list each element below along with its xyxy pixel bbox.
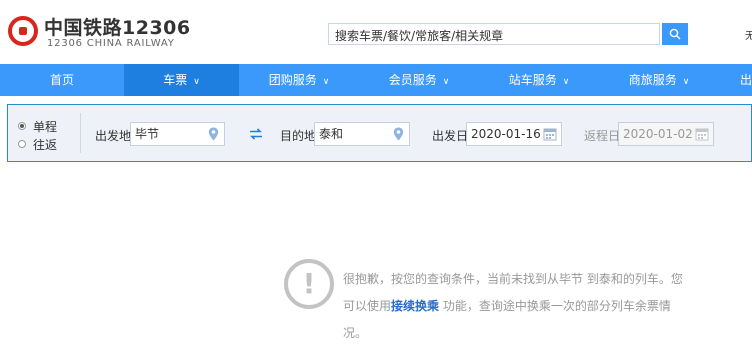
chevron-down-icon: ∨ bbox=[193, 77, 200, 87]
nav-label: 商旅服务 bbox=[628, 73, 677, 87]
return-date-value: 2020-01-02 bbox=[623, 127, 693, 141]
nav-label: 团购服务 bbox=[268, 73, 317, 87]
return-date-input[interactable]: 2020-01-02 bbox=[618, 122, 714, 146]
from-station-value: 毕节 bbox=[135, 127, 160, 141]
trip-type-group: 单程 往返 bbox=[18, 117, 57, 153]
site-header: 中国铁路12306 12306 CHINA RAILWAY 搜索车票/餐饮/常旅… bbox=[0, 0, 752, 64]
trip-type-roundtrip[interactable]: 往返 bbox=[18, 135, 57, 153]
logo-title[interactable]: 中国铁路12306 bbox=[44, 13, 191, 40]
logo-subtitle: 12306 CHINA RAILWAY bbox=[47, 38, 175, 49]
chevron-down-icon: ∨ bbox=[562, 77, 570, 87]
nav-label: 车票 bbox=[163, 73, 188, 87]
swap-stations-icon[interactable] bbox=[249, 128, 263, 140]
depart-date-value: 2020-01-16 bbox=[471, 127, 541, 141]
location-pin-icon bbox=[393, 127, 404, 141]
to-station-input[interactable]: 泰和 bbox=[314, 122, 410, 146]
nav-item-more[interactable]: 出 bbox=[719, 64, 752, 96]
nav-item-home[interactable]: 首页 bbox=[0, 64, 124, 96]
warning-exclamation-icon: ! bbox=[284, 259, 334, 309]
trip-type-oneway[interactable]: 单程 bbox=[18, 117, 57, 135]
radio-icon[interactable] bbox=[18, 140, 26, 148]
nav-label: 会员服务 bbox=[388, 73, 437, 87]
nav-item-member-service[interactable]: 会员服务 ∨ bbox=[359, 64, 479, 96]
search-icon bbox=[669, 28, 681, 40]
radio-checked-icon[interactable] bbox=[18, 122, 26, 130]
nav-item-group-service[interactable]: 团购服务 ∨ bbox=[239, 64, 359, 96]
ticket-query-bar: 单程 往返 出发地 毕节 目的地 泰和 出发日 2020-01-16 返程日 2… bbox=[7, 104, 752, 162]
nav-item-business-service[interactable]: 商旅服务 ∨ bbox=[599, 64, 719, 96]
site-search-input[interactable]: 搜索车票/餐饮/常旅客/相关规章 bbox=[328, 23, 660, 45]
header-right-link[interactable]: 无 bbox=[745, 27, 752, 42]
search-button[interactable] bbox=[662, 23, 688, 45]
nav-label: 首页 bbox=[49, 73, 74, 87]
return-date-label: 返程日 bbox=[584, 129, 621, 143]
chevron-down-icon: ∨ bbox=[442, 77, 450, 87]
depart-date-label: 出发日 bbox=[432, 129, 469, 143]
nav-label: 出 bbox=[739, 73, 752, 87]
calendar-icon bbox=[695, 128, 709, 141]
nav-label: 站车服务 bbox=[508, 73, 557, 87]
trip-type-label: 单程 bbox=[33, 119, 58, 134]
chevron-down-icon: ∨ bbox=[322, 77, 330, 87]
chevron-down-icon: ∨ bbox=[682, 77, 690, 87]
depart-date-input[interactable]: 2020-01-16 bbox=[466, 122, 562, 146]
from-label: 出发地 bbox=[95, 129, 132, 143]
calendar-icon bbox=[543, 128, 557, 141]
main-nav: 首页 车票 ∨ 团购服务 ∨ 会员服务 ∨ 站车服务 ∨ 商旅服务 ∨ 出 bbox=[0, 64, 752, 96]
nav-item-station-service[interactable]: 站车服务 ∨ bbox=[479, 64, 599, 96]
railway-logo-icon[interactable] bbox=[8, 16, 38, 46]
no-results-message: 很抱歉，按您的查询条件，当前未找到从毕节 到泰和的列车。您可以使用接续换乘 功能… bbox=[343, 266, 683, 347]
location-pin-icon bbox=[208, 127, 219, 141]
to-label: 目的地 bbox=[280, 129, 317, 143]
to-station-value: 泰和 bbox=[319, 127, 344, 141]
transfer-link[interactable]: 接续换乘 bbox=[391, 299, 439, 313]
nav-item-tickets[interactable]: 车票 ∨ bbox=[124, 64, 239, 96]
divider bbox=[80, 113, 81, 153]
trip-type-label: 往返 bbox=[33, 137, 58, 152]
from-station-input[interactable]: 毕节 bbox=[130, 122, 225, 146]
